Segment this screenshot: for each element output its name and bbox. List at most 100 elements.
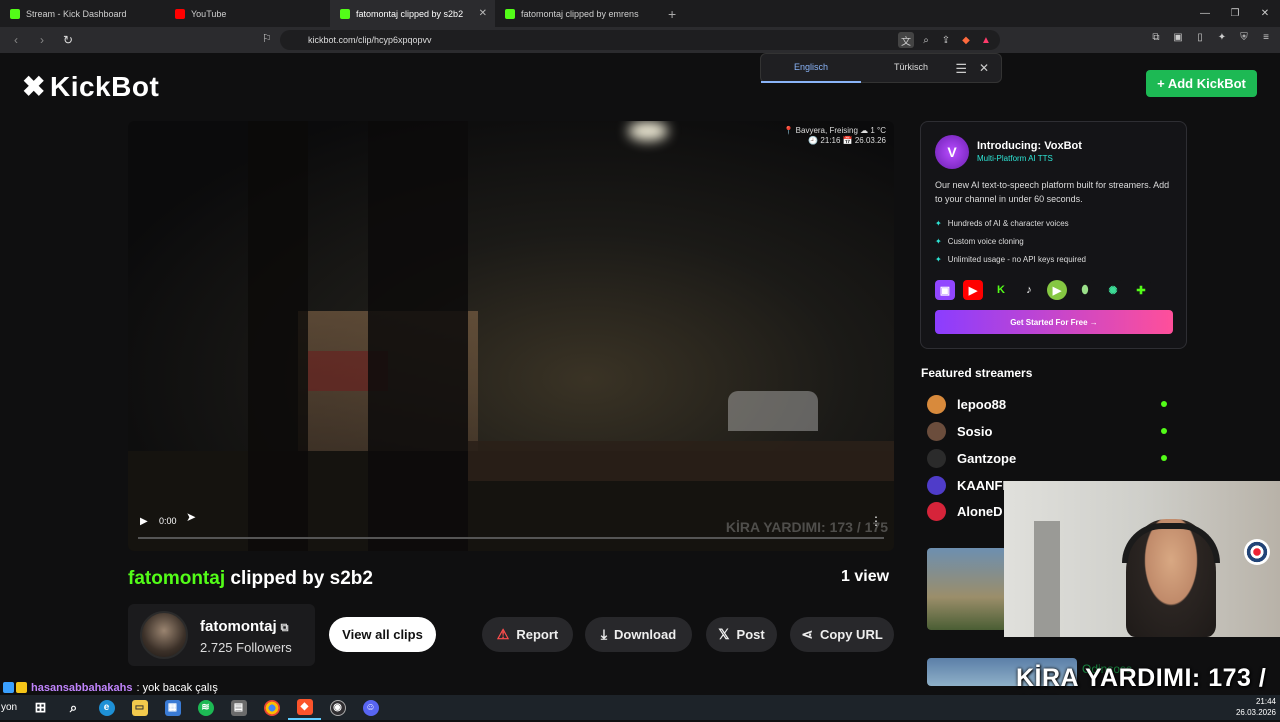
streamer-name: lepoo88 [957, 396, 1007, 412]
search-icon[interactable]: ⌕ [57, 695, 90, 720]
translate-icon[interactable]: 文 [898, 32, 914, 48]
voxbot-logo-icon: V [935, 135, 969, 169]
system-clock[interactable]: 21:44 26.03.2026 [1236, 696, 1276, 718]
tab-kick-dashboard[interactable]: Stream - Kick Dashboard [0, 0, 165, 27]
warning-icon: ⚠ [496, 626, 510, 642]
dartboard-icon [1244, 539, 1270, 565]
download-button[interactable]: ⤓ Download [585, 617, 692, 652]
translate-close-icon[interactable]: ✕ [979, 61, 989, 75]
play-icon[interactable]: ▶ [140, 516, 148, 527]
sidebar-icon[interactable]: ▯ [1192, 32, 1208, 43]
clip-channel-link[interactable]: fatomontaj [128, 568, 225, 589]
brave-shield-icon[interactable]: ◆ [958, 32, 974, 48]
minimize-icon[interactable]: — [1190, 0, 1220, 27]
platform-icons: ▣ ▶ K ♪ ▶ ⬮ ✺ ✚ [935, 280, 1151, 300]
copy-url-label: Copy URL [819, 627, 883, 642]
video-scene-tree [248, 121, 308, 551]
promo-description: Our new AI text-to-speech platform built… [935, 180, 1170, 204]
close-window-icon[interactable]: ✕ [1250, 0, 1280, 27]
discord-icon[interactable]: ☺ [354, 695, 387, 720]
translate-menu-icon[interactable]: ☰ [955, 61, 967, 77]
close-tab-icon[interactable]: ✕ [479, 8, 487, 19]
featured-streamers-title: Featured streamers [921, 366, 1033, 380]
chrome-icon[interactable] [255, 695, 288, 720]
post-label: Post [736, 627, 765, 642]
streamer-item[interactable]: lepoo88 [927, 394, 1006, 414]
zoom-icon[interactable]: ⌕ [918, 32, 934, 48]
sparkle-icon: ✦ [935, 219, 942, 228]
window-controls: — ❐ ✕ [1190, 0, 1280, 27]
video-player[interactable]: 📍 Bavyera, Freising ☁ 1 °C 🕘 21:16 📅 26.… [128, 121, 894, 551]
spotify-icon[interactable]: ≋ [189, 695, 222, 720]
share-icon[interactable]: ⇪ [938, 32, 954, 48]
brave-rewards-icon[interactable]: ▲ [978, 32, 994, 48]
chat-message: : yok bacak çalış [136, 681, 218, 694]
stream-location: 📍 Bavyera, Freising ☁ 1 °C [783, 126, 886, 135]
channel-name-text: fatomontaj [200, 618, 277, 635]
wallet-icon[interactable]: ▣ [1170, 32, 1186, 43]
live-indicator [1161, 455, 1167, 461]
brave-icon[interactable]: ◆ [288, 695, 321, 720]
menu-icon[interactable]: ≡ [1258, 32, 1274, 43]
streamer-item[interactable]: Sosio [927, 421, 992, 441]
chat-badges [3, 682, 27, 693]
tab-label: fatomontaj clipped by s2b2 [356, 8, 464, 19]
bookmark-icon[interactable]: ⚐ [262, 32, 272, 45]
voxbot-promo-card: V Introducing: VoxBot Multi-Platform AI … [920, 121, 1187, 349]
windows-taskbar: yon ⊞ ⌕ e ▭ ▦ ≋ ▤ ◆ ◉ ☺ 21:44 26.03.2026 [0, 695, 1280, 720]
translate-target-lang[interactable]: Türkisch [861, 53, 961, 83]
windows-start-icon[interactable]: ⊞ [24, 695, 57, 720]
forward-icon[interactable]: › [32, 33, 52, 47]
video-embedded-counter: KİRA YARDIMI: 173 / 175 [725, 519, 888, 535]
kickbot-logo[interactable]: ✖ KickBot [22, 70, 159, 103]
tab-clip-s2b2[interactable]: fatomontaj clipped by s2b2 ✕ [330, 0, 495, 27]
back-icon[interactable]: ‹ [6, 33, 26, 47]
get-started-button[interactable]: Get Started For Free → [935, 310, 1173, 334]
stream-thumbnail[interactable] [927, 548, 1007, 630]
video-more-icon[interactable]: ⋮ [870, 514, 882, 528]
new-tab-icon[interactable]: + [668, 6, 676, 22]
live-indicator [1161, 428, 1167, 434]
post-button[interactable]: 𝕏 Post [706, 617, 777, 652]
calculator-icon[interactable]: ▤ [222, 695, 255, 720]
stream-info-overlay: 📍 Bavyera, Freising ☁ 1 °C 🕘 21:16 📅 26.… [783, 126, 886, 146]
tab-label: fatomontaj clipped by emrens [521, 8, 639, 19]
chat-overlay-line: hasansabbahakahs : yok bacak çalış [0, 680, 1000, 695]
kickbot-favicon-icon [505, 8, 515, 19]
copy-url-button[interactable]: ⋖ Copy URL [790, 617, 894, 652]
maximize-icon[interactable]: ❐ [1220, 0, 1250, 27]
channel-card[interactable]: fatomontaj ⧉ 2.725 Followers [128, 604, 315, 666]
leo-icon[interactable]: ✦ [1214, 32, 1230, 43]
badge-icon [3, 682, 14, 693]
translate-source-lang[interactable]: Englisch [761, 53, 861, 83]
promo-feature: ✦ Custom voice cloning [935, 237, 1024, 246]
edge-icon[interactable]: e [90, 695, 123, 720]
streamer-item[interactable]: AloneD [927, 501, 1003, 521]
channel-name[interactable]: fatomontaj ⧉ [200, 618, 289, 635]
mouse-cursor-icon: ➤ [186, 510, 197, 524]
video-scene-bench [468, 441, 894, 481]
streamer-item[interactable]: Gantzope [927, 448, 1016, 468]
tab-clip-emrens[interactable]: fatomontaj clipped by emrens [495, 0, 660, 27]
add-kickbot-button[interactable]: + Add KickBot [1146, 70, 1257, 97]
tab-label: Stream - Kick Dashboard [26, 8, 127, 19]
reload-icon[interactable]: ↻ [58, 33, 78, 47]
vpn-icon[interactable]: ⛨ [1236, 32, 1252, 43]
tab-youtube[interactable]: YouTube [165, 0, 330, 27]
download-icon: ⤓ [600, 626, 608, 642]
x-logo-icon: 𝕏 [718, 626, 730, 642]
video-progress-bar[interactable] [138, 537, 884, 539]
video-scene-van [728, 391, 818, 431]
view-all-clips-button[interactable]: View all clips [329, 617, 436, 652]
extensions-toolbar: ⧉ ▣ ▯ ✦ ⛨ ≡ [1148, 32, 1274, 43]
channel-avatar[interactable] [140, 611, 188, 659]
report-button[interactable]: ⚠ Report [482, 617, 573, 652]
store-icon[interactable]: ▦ [156, 695, 189, 720]
obs-icon[interactable]: ◉ [321, 695, 354, 720]
extensions-icon[interactable]: ⧉ [1148, 32, 1164, 43]
translate-bar: Englisch Türkisch ☰ ✕ [760, 53, 1002, 83]
url-field[interactable]: kickbot.com/clip/hcyp6xpqopvv 文 ⌕ ⇪ ◆ ▲ [280, 30, 1000, 50]
youtube-icon: ▶ [963, 280, 983, 300]
file-explorer-icon[interactable]: ▭ [123, 695, 156, 720]
video-controls: ▶ 0:00 KİRA YARDIMI: 173 / 175 ⋮ [128, 511, 894, 551]
